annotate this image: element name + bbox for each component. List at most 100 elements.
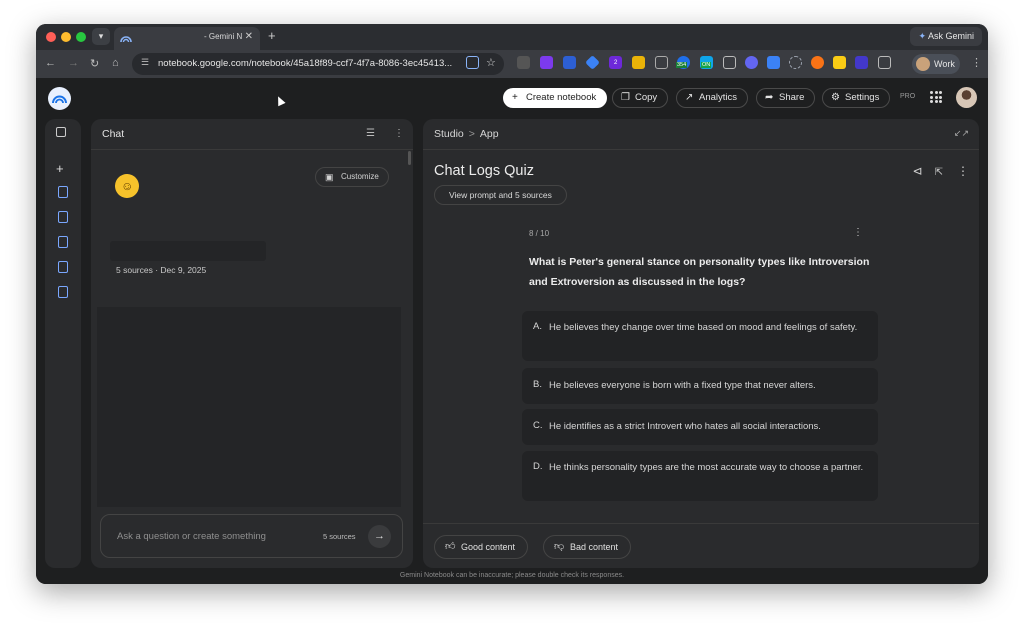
close-window-button[interactable] [46,32,56,42]
bad-content-label: Bad content [570,542,619,552]
studio-panel: Studio > App ↙↗ Chat Logs Quiz ⊲ ⇱ ⋮ View pr… [423,119,979,568]
source-doc-icon[interactable] [58,236,68,248]
tab-title: - Gemini N [204,32,243,41]
pro-badge: PRO [900,93,916,100]
extension-sun-icon[interactable] [811,56,824,69]
profile-avatar [916,57,930,71]
chat-more-icon[interactable]: ⋮ [394,128,404,139]
settings-label: Settings [845,92,880,103]
extension-globe-icon[interactable] [745,56,758,69]
share-button[interactable]: ➦ Share [756,88,816,108]
extension-dotted-icon[interactable] [789,56,802,69]
browser-window: ▾ - Gemini N ✕ + ✦ Ask Gemini ← → ↻ ⌂ ☰ … [36,24,988,584]
customize-button[interactable]: ▣ Customize [315,167,389,187]
question-text: What is Peter's general stance on person… [529,256,870,288]
close-tab-icon[interactable]: ✕ [245,31,253,42]
create-notebook-button[interactable]: + Create notebook [503,88,608,108]
mouse-cursor-icon [274,94,286,107]
extension-counter-badge: 354 [676,62,688,68]
install-app-icon[interactable] [466,56,479,69]
answer-option-d[interactable]: D. He thinks personality types are the m… [522,451,878,501]
extensions-puzzle-icon[interactable] [878,56,891,69]
site-info-icon[interactable]: ☰ [141,57,149,68]
ask-gemini-label: Ask Gemini [927,31,974,41]
gear-icon: ⚙ [831,92,840,103]
send-arrow-icon[interactable]: → [368,525,391,548]
settings-button[interactable]: ⚙ Settings [822,88,891,108]
new-tab-button[interactable]: + [268,28,276,43]
chat-panel: Chat ☰ ⋮ ☺ ▣ Customize 5 sources · Dec 9,… [91,119,413,568]
app-logo[interactable] [48,87,71,110]
account-avatar[interactable] [956,87,977,108]
add-source-icon[interactable]: + [56,161,64,176]
answer-option-b[interactable]: B. He believes everyone is born with a f… [522,368,878,404]
home-icon[interactable]: ⌂ [112,57,119,69]
extension-badge-count: 2 [614,60,618,66]
option-letter: A. [533,321,542,332]
breadcrumb-separator: > [468,128,475,140]
copy-label: Copy [635,92,658,103]
answer-option-a[interactable]: A. He believes they change over time bas… [522,311,878,361]
option-text: He identifies as a strict Introvert who … [549,421,821,432]
extension-square-icon[interactable] [767,56,780,69]
extension-refresh-icon[interactable] [517,56,530,69]
chat-input-placeholder: Ask a question or create something [117,531,266,542]
reload-icon[interactable]: ↻ [90,57,99,70]
collapse-panel-icon[interactable]: ↙↗ [954,128,969,139]
extension-yellow-icon[interactable] [632,56,645,69]
laughing-emoji-icon: ☺ [111,170,143,202]
extension-purple-icon[interactable] [540,56,553,69]
browser-menu-icon[interactable]: ⋮ [971,56,982,69]
chat-scrollbar[interactable] [408,151,411,165]
bad-content-button[interactable]: 👎︎ Bad content [543,535,632,559]
extension-card-icon[interactable] [723,56,736,69]
chat-header-divider [91,149,413,150]
share-icon[interactable]: ⊲ [913,164,923,178]
quiz-title: Chat Logs Quiz [434,163,534,179]
option-letter: B. [533,379,542,390]
answer-option-c[interactable]: C. He identifies as a strict Introvert w… [522,409,878,445]
back-icon[interactable]: ← [45,57,56,69]
option-text: He thinks personality types are the most… [549,462,864,473]
sources-count[interactable]: 5 sources [323,532,356,541]
fullscreen-icon[interactable]: ⇱ [935,167,943,178]
maximize-window-button[interactable] [76,32,86,42]
view-prompt-button[interactable]: View prompt and 5 sources [434,185,567,205]
source-doc-icon[interactable] [58,261,68,273]
address-bar[interactable]: ☰ notebook.google.com/notebook/45a18f89-… [132,53,504,75]
toggle-sidebar-icon[interactable] [56,127,66,137]
profile-work-button[interactable]: Work [912,54,960,74]
sources-rail: + [45,119,81,568]
extension-tag-icon[interactable] [585,55,600,70]
question-more-icon[interactable]: ⋮ [853,227,863,238]
breadcrumb-studio[interactable]: Studio [434,128,464,140]
analytics-button[interactable]: ↗ Analytics [676,88,749,108]
notebook-meta: 5 sources · Dec 9, 2025 [116,265,207,275]
analytics-label: Analytics [699,92,738,103]
extension-note-icon[interactable] [833,56,846,69]
source-doc-icon[interactable] [58,211,68,223]
extension-counter-icon[interactable]: 354 [676,56,690,69]
chat-input[interactable]: Ask a question or create something 5 sou… [100,514,403,558]
extension-blue-icon[interactable] [563,56,576,69]
breadcrumb-app: App [479,128,499,140]
ask-gemini-button[interactable]: ✦ Ask Gemini [910,27,982,46]
tab-search-icon[interactable]: ▾ [92,28,110,45]
tune-icon[interactable]: ☰ [366,128,375,139]
bookmark-star-icon[interactable]: ☆ [486,56,496,69]
source-doc-icon[interactable] [58,186,68,198]
extension-on-icon[interactable]: ON [700,56,713,69]
source-doc-icon[interactable] [58,286,68,298]
notebook-favicon-icon [120,36,132,43]
quiz-more-icon[interactable]: ⋮ [957,164,969,178]
extension-screen-icon[interactable] [655,56,668,69]
image-edit-icon: ▣ [325,172,334,182]
forward-icon[interactable]: → [68,57,79,69]
browser-tab[interactable]: - Gemini N ✕ [114,27,260,50]
minimize-window-button[interactable] [61,32,71,42]
apps-grid-icon[interactable] [930,91,942,103]
copy-button[interactable]: ❐ Copy [612,88,669,108]
extension-d-icon[interactable] [855,56,868,69]
good-content-button[interactable]: 👍︎ Good content [434,535,529,559]
extension-badge-icon[interactable]: 2 [609,56,622,69]
